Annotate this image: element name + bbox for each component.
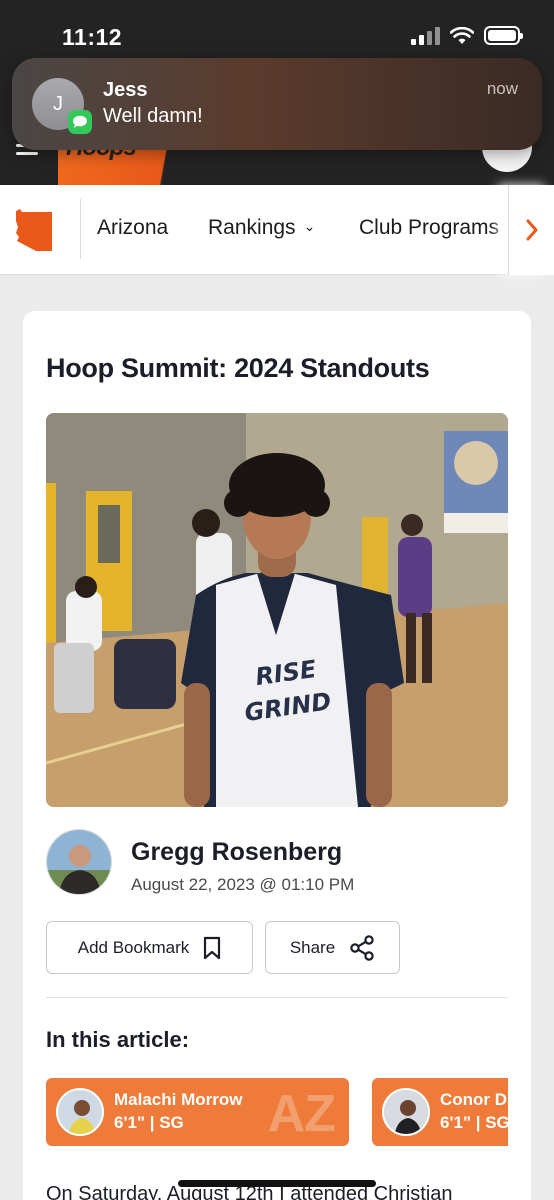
nav-item-label: Rankings [208,216,296,239]
share-button[interactable]: Share [265,921,400,974]
state-nav: Arizona Rankings ⌄ Club Programs [0,185,554,275]
author-name[interactable]: Gregg Rosenberg [131,838,342,867]
nav-item-label: Club Programs [359,216,500,239]
message-notification[interactable]: J Jess Well damn! now [12,58,542,150]
notification-message: Well damn! [103,105,203,127]
bookmark-label: Add Bookmark [77,937,190,957]
article-title: Hoop Summit: 2024 Standouts [46,353,430,383]
player-card-conor[interactable]: Conor D 6'1" | SG [372,1078,508,1146]
player-photo [56,1088,104,1136]
notification-time: now [486,79,518,98]
bookmark-icon [204,936,221,959]
player-card-malachi-morrow[interactable]: Malachi Morrow 6'1" | SG AZ [46,1078,349,1146]
nav-item-rankings[interactable]: Rankings ⌄ [208,216,315,240]
player-name: Conor D [440,1090,508,1109]
chevron-down-icon: ⌄ [303,218,316,234]
article-card: Hoop Summit: 2024 Standouts RISE GRIND G… [23,311,531,1200]
in-this-article-heading: In this article: [46,1027,190,1052]
status-time: 11:12 [62,24,123,50]
notification-sender: Jess [103,79,148,101]
status-icons [411,26,523,45]
nav-scroll-right-button[interactable] [508,185,554,275]
cellular-signal-icon [411,26,440,45]
share-label: Share [289,937,336,957]
nav-item-arizona[interactable]: Arizona [97,216,168,240]
battery-icon [484,26,523,45]
divider [46,997,508,998]
player-meta: 6'1" | SG [114,1113,184,1132]
chevron-right-icon [526,219,537,241]
publish-date: August 22, 2023 @ 01:10 PM [131,875,355,894]
share-icon [350,934,374,961]
player-meta: 6'1" | SG [440,1113,508,1132]
player-name: Malachi Morrow [114,1090,243,1109]
nav-item-label: Arizona [97,216,169,239]
nav-item-club-programs[interactable]: Club Programs [359,216,499,240]
messages-icon [68,110,92,134]
player-photo [382,1088,430,1136]
nav-divider [80,199,81,259]
arizona-state-icon[interactable] [14,207,54,253]
author-avatar[interactable] [46,829,112,895]
home-indicator[interactable] [178,1180,376,1187]
player-carousel[interactable]: Malachi Morrow 6'1" | SG AZ Conor D 6'1"… [46,1078,508,1148]
player-state: AZ [267,1085,336,1143]
wifi-icon [450,26,474,44]
add-bookmark-button[interactable]: Add Bookmark [46,921,253,974]
article-photo[interactable]: RISE GRIND [46,413,508,807]
